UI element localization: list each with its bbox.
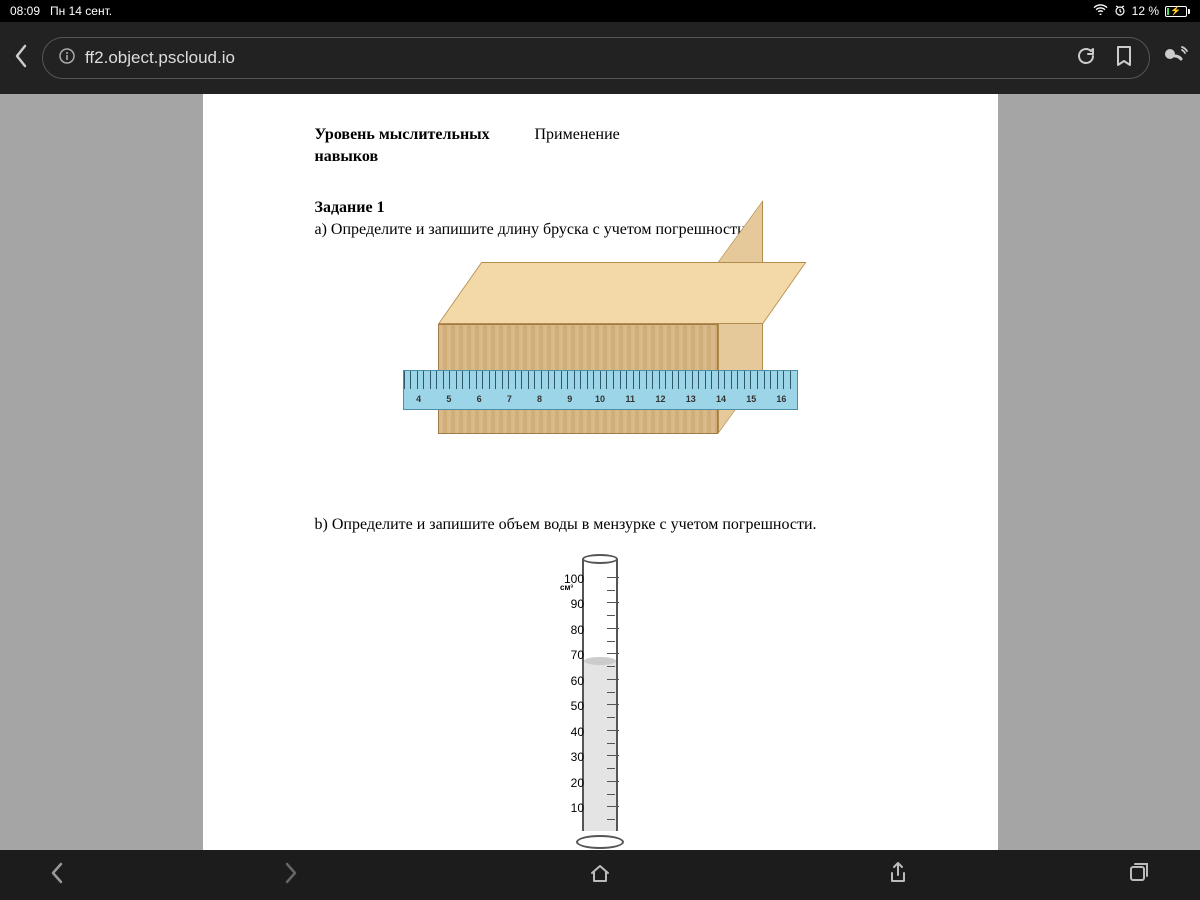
skill-level-value: Применение bbox=[535, 124, 886, 167]
ruler-numbers: 45678910111213141516 bbox=[404, 393, 797, 405]
task-part-b: b) Определите и запишите объем воды в ме… bbox=[315, 514, 886, 536]
battery-icon: ⚡ bbox=[1165, 6, 1190, 17]
alarm-icon bbox=[1114, 4, 1126, 19]
status-date: Пн 14 сент. bbox=[50, 4, 112, 18]
task-part-a: a) Определите и запишите длину бруска с … bbox=[315, 219, 886, 241]
site-info-icon[interactable] bbox=[59, 48, 75, 69]
reader-icon[interactable] bbox=[1162, 45, 1188, 72]
browser-toolbar: ff2.object.pscloud.io bbox=[0, 22, 1200, 94]
status-bar: 08:09 Пн 14 сент. 12 % ⚡ bbox=[0, 0, 1200, 22]
task-title: Задание 1 bbox=[315, 197, 886, 219]
figure-cylinder: 100 90 80 70 60 50 40 30 20 10 см³ bbox=[570, 554, 630, 849]
bookmark-icon[interactable] bbox=[1115, 45, 1133, 72]
nav-back-icon[interactable] bbox=[50, 862, 64, 889]
status-time: 08:09 bbox=[10, 4, 40, 18]
battery-pct: 12 % bbox=[1132, 4, 1159, 18]
document-page: Уровень мыслительных навыков Применение … bbox=[203, 94, 998, 850]
cylinder-scale: 100 90 80 70 60 50 40 30 20 10 bbox=[560, 571, 584, 826]
nav-forward-icon[interactable] bbox=[284, 862, 298, 889]
skill-level-label: Уровень мыслительных навыков bbox=[315, 124, 535, 167]
wifi-icon bbox=[1093, 4, 1108, 18]
url-text: ff2.object.pscloud.io bbox=[85, 48, 235, 68]
share-icon[interactable] bbox=[888, 861, 908, 890]
cylinder-unit: см³ bbox=[560, 583, 573, 594]
tabs-icon[interactable] bbox=[1128, 861, 1150, 890]
bottom-nav bbox=[0, 850, 1200, 900]
url-bar[interactable]: ff2.object.pscloud.io bbox=[42, 37, 1150, 79]
ruler: 45678910111213141516 bbox=[403, 370, 798, 410]
back-icon[interactable] bbox=[12, 42, 30, 75]
figure-block-ruler: 45678910111213141516 bbox=[403, 262, 798, 444]
reload-icon[interactable] bbox=[1075, 45, 1097, 72]
page-viewport[interactable]: Уровень мыслительных навыков Применение … bbox=[0, 94, 1200, 850]
home-icon[interactable] bbox=[589, 862, 611, 889]
